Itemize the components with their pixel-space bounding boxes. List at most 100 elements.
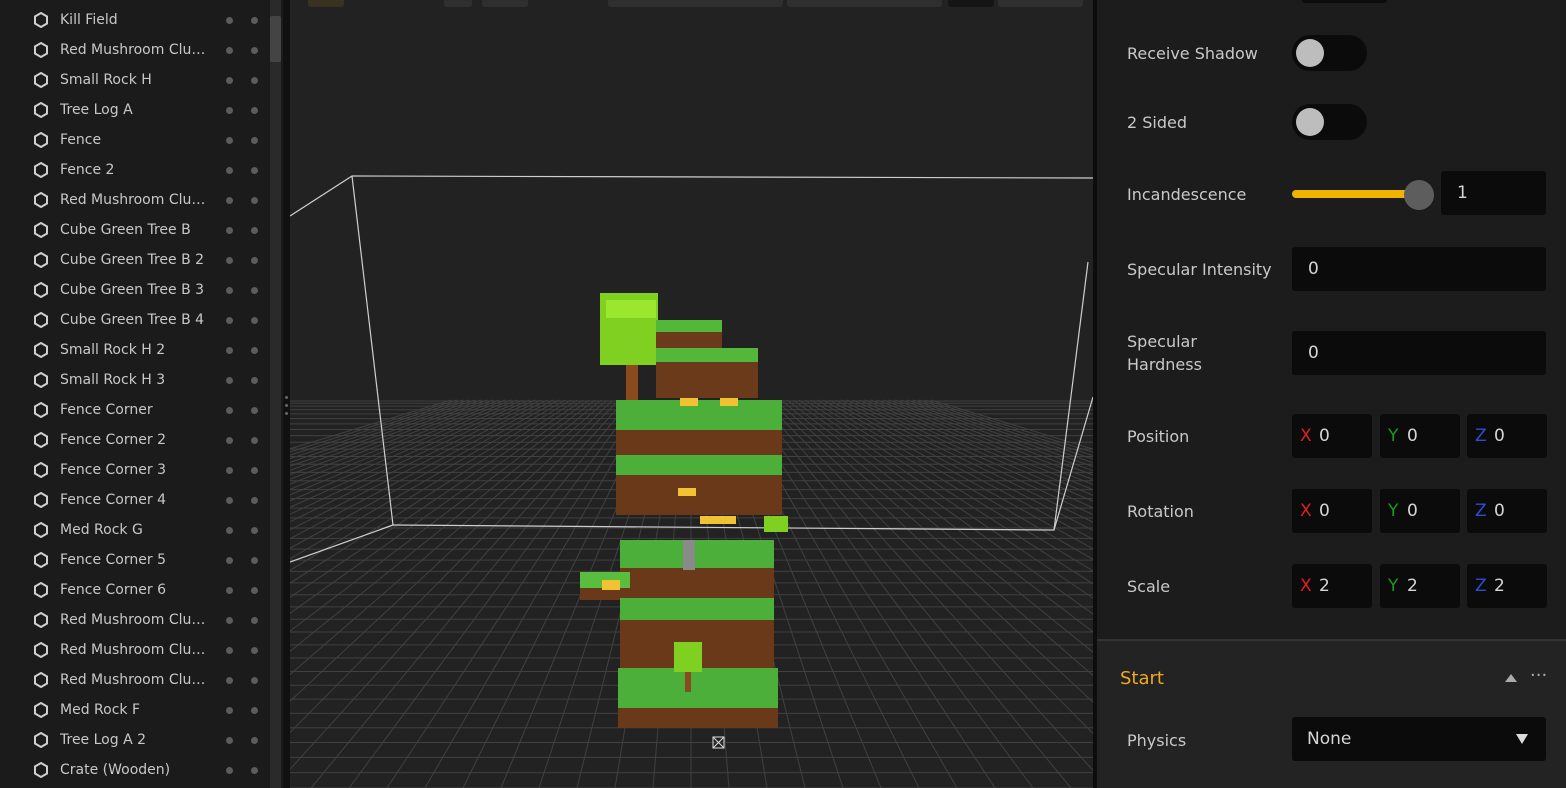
incandescence-slider-handle[interactable]	[1404, 180, 1434, 210]
lock-toggle[interactable]	[251, 317, 258, 324]
hierarchy-item[interactable]: Tree Log A	[0, 95, 268, 125]
visibility-toggle[interactable]	[226, 677, 233, 684]
visibility-toggle[interactable]	[226, 17, 233, 24]
hierarchy-item[interactable]: Fence Corner 3	[0, 455, 268, 485]
visibility-toggle[interactable]	[226, 527, 233, 534]
hierarchy-item[interactable]: Red Mushroom Clus...	[0, 35, 268, 65]
lock-toggle[interactable]	[251, 587, 258, 594]
incandescence-input[interactable]: 1	[1441, 171, 1546, 215]
lock-toggle[interactable]	[251, 437, 258, 444]
visibility-toggle[interactable]	[226, 707, 233, 714]
visibility-toggle[interactable]	[226, 437, 233, 444]
section-title[interactable]: Start	[1120, 668, 1164, 689]
rotation-y-field[interactable]: Y0	[1380, 489, 1460, 533]
scene-canvas[interactable]	[290, 0, 1093, 788]
lock-toggle[interactable]	[251, 197, 258, 204]
physics-dropdown[interactable]: None	[1292, 717, 1546, 761]
visibility-toggle[interactable]	[226, 587, 233, 594]
hierarchy-item[interactable]: Small Rock H 3	[0, 365, 268, 395]
incandescence-slider[interactable]	[1292, 190, 1420, 198]
lock-toggle[interactable]	[251, 347, 258, 354]
hierarchy-item[interactable]: Red Mushroom Clus...	[0, 185, 268, 215]
hierarchy-item[interactable]: Red Mushroom Clus...	[0, 665, 268, 695]
hierarchy-item[interactable]: Fence	[0, 125, 268, 155]
position-x-field[interactable]: X0	[1292, 414, 1372, 458]
hierarchy-item[interactable]: Red Mushroom Clus...	[0, 635, 268, 665]
visibility-toggle[interactable]	[226, 47, 233, 54]
two-sided-toggle[interactable]	[1292, 104, 1367, 140]
lock-toggle[interactable]	[251, 617, 258, 624]
visibility-toggle[interactable]	[226, 347, 233, 354]
position-y-field[interactable]: Y0	[1380, 414, 1460, 458]
hierarchy-item[interactable]: Fence Corner 2	[0, 425, 268, 455]
hierarchy-scrollbar[interactable]	[270, 0, 281, 788]
hierarchy-item[interactable]: Cube Green Tree B 3	[0, 275, 268, 305]
lock-toggle[interactable]	[251, 107, 258, 114]
rotation-z-field[interactable]: Z0	[1467, 489, 1547, 533]
scale-x-field[interactable]: X2	[1292, 564, 1372, 608]
hierarchy-item[interactable]: Fence Corner 4	[0, 485, 268, 515]
lock-toggle[interactable]	[251, 677, 258, 684]
hierarchy-item[interactable]: Fence 2	[0, 155, 268, 185]
visibility-toggle[interactable]	[226, 377, 233, 384]
visibility-toggle[interactable]	[226, 557, 233, 564]
lock-toggle[interactable]	[251, 707, 258, 714]
lock-toggle[interactable]	[251, 497, 258, 504]
lock-toggle[interactable]	[251, 407, 258, 414]
lock-toggle[interactable]	[251, 77, 258, 84]
visibility-toggle[interactable]	[226, 467, 233, 474]
specular-hardness-input[interactable]: 0	[1292, 331, 1546, 375]
visibility-toggle[interactable]	[226, 257, 233, 264]
hierarchy-item[interactable]: Med Rock F	[0, 695, 268, 725]
visibility-toggle[interactable]	[226, 617, 233, 624]
lock-toggle[interactable]	[251, 737, 258, 744]
resize-grip-icon[interactable]	[285, 396, 288, 426]
hierarchy-item[interactable]: Tree Log A 2	[0, 725, 268, 755]
visibility-toggle[interactable]	[226, 167, 233, 174]
hierarchy-item[interactable]: Cube Green Tree B	[0, 215, 268, 245]
hierarchy-item[interactable]: Small Rock H 2	[0, 335, 268, 365]
lock-toggle[interactable]	[251, 287, 258, 294]
hierarchy-item[interactable]: Fence Corner 5	[0, 545, 268, 575]
position-z-field[interactable]: Z0	[1467, 414, 1547, 458]
lock-toggle[interactable]	[251, 17, 258, 24]
visibility-toggle[interactable]	[226, 197, 233, 204]
lock-toggle[interactable]	[251, 377, 258, 384]
hierarchy-item[interactable]: Cube Green Tree B 4	[0, 305, 268, 335]
visibility-toggle[interactable]	[226, 137, 233, 144]
lock-toggle[interactable]	[251, 467, 258, 474]
lock-toggle[interactable]	[251, 47, 258, 54]
visibility-toggle[interactable]	[226, 767, 233, 774]
visibility-toggle[interactable]	[226, 287, 233, 294]
lock-toggle[interactable]	[251, 767, 258, 774]
panel-resize-handle[interactable]	[283, 0, 290, 788]
more-options-icon[interactable]: ···	[1530, 665, 1547, 686]
visibility-toggle[interactable]	[226, 737, 233, 744]
hierarchy-item[interactable]: Fence Corner 6	[0, 575, 268, 605]
visibility-toggle[interactable]	[226, 647, 233, 654]
hierarchy-item[interactable]: Small Rock H	[0, 65, 268, 95]
lock-toggle[interactable]	[251, 647, 258, 654]
scene-viewport[interactable]	[290, 0, 1093, 788]
collapse-arrow-icon[interactable]	[1505, 674, 1517, 682]
hierarchy-scrollbar-thumb[interactable]	[270, 16, 281, 62]
visibility-toggle[interactable]	[226, 227, 233, 234]
lock-toggle[interactable]	[251, 167, 258, 174]
lock-toggle[interactable]	[251, 527, 258, 534]
lock-toggle[interactable]	[251, 137, 258, 144]
hierarchy-item[interactable]: Crate (Wooden)	[0, 755, 268, 785]
receive-shadow-toggle[interactable]	[1292, 35, 1367, 71]
visibility-toggle[interactable]	[226, 407, 233, 414]
hierarchy-item[interactable]: Kill Field	[0, 5, 268, 35]
hierarchy-item[interactable]: Fence Corner	[0, 395, 268, 425]
visibility-toggle[interactable]	[226, 497, 233, 504]
scale-y-field[interactable]: Y2	[1380, 564, 1460, 608]
lock-toggle[interactable]	[251, 557, 258, 564]
rotation-x-field[interactable]: X0	[1292, 489, 1372, 533]
specular-intensity-input[interactable]: 0	[1292, 247, 1546, 291]
hierarchy-item[interactable]: Cube Green Tree B 2	[0, 245, 268, 275]
lock-toggle[interactable]	[251, 227, 258, 234]
hierarchy-item[interactable]: Red Mushroom Clus...	[0, 605, 268, 635]
visibility-toggle[interactable]	[226, 107, 233, 114]
visibility-toggle[interactable]	[226, 77, 233, 84]
